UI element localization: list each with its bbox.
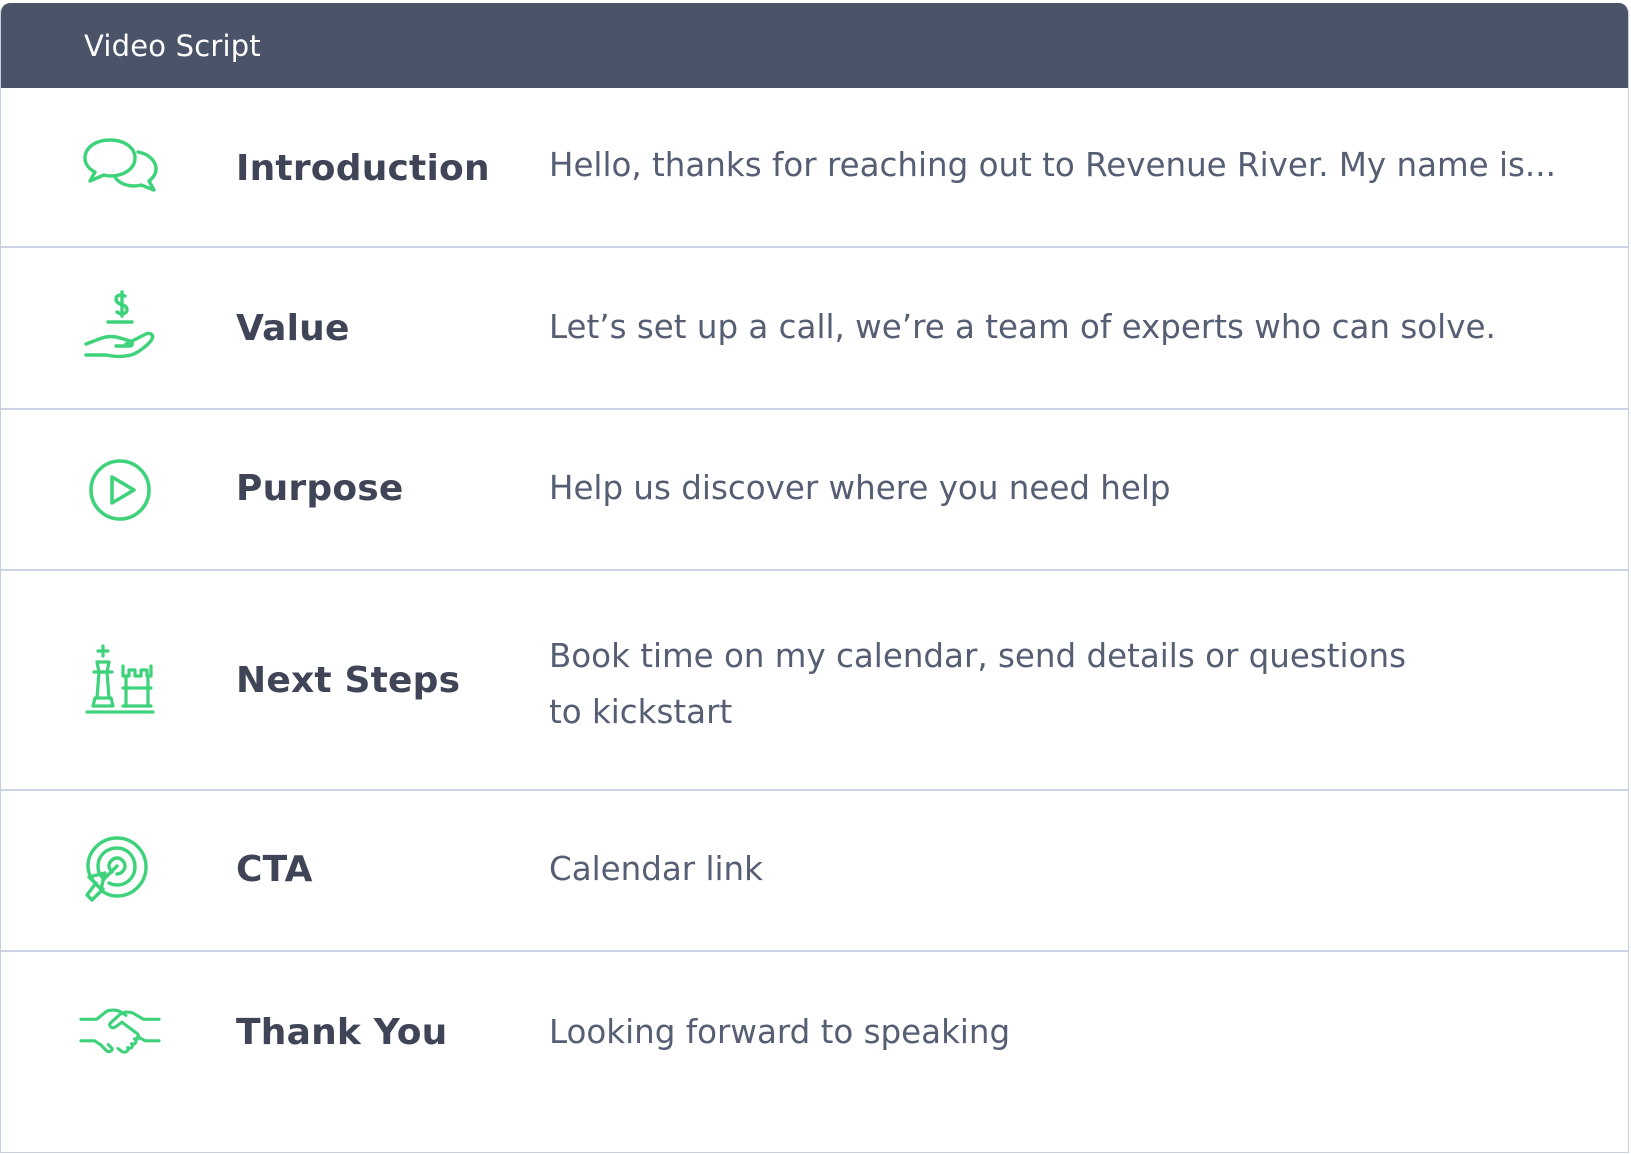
script-row-thank-you: Thank You Looking forward to speaking <box>1 952 1628 1111</box>
script-row-next-steps: Next Steps Book time on my calendar, sen… <box>1 571 1628 791</box>
chess-pieces-icon <box>79 639 161 721</box>
play-circle-icon <box>79 449 161 531</box>
script-row-purpose: Purpose Help us discover where you need … <box>1 410 1628 571</box>
video-script-card: Video Script Introduction Hello, thanks … <box>0 3 1629 1153</box>
row-title: Next Steps <box>236 660 461 701</box>
row-text-line: Hello, thanks for reaching out to Revenu… <box>549 146 1556 184</box>
row-title: Purpose <box>236 468 404 509</box>
chat-bubbles-icon <box>79 124 161 206</box>
hand-dollar-icon <box>79 284 161 366</box>
row-text: Calendar link <box>549 841 763 897</box>
card-title: Video Script <box>84 28 261 63</box>
row-text-line: Calendar link <box>549 850 763 888</box>
row-text-line: Looking forward to speaking <box>549 1013 1011 1051</box>
row-text-line: Let’s set up a call, we’re a team of exp… <box>549 308 1496 346</box>
row-text: Book time on my calendar, send details o… <box>549 628 1406 740</box>
row-title: Value <box>236 308 350 349</box>
target-cursor-icon <box>79 829 161 911</box>
row-text-line: Help us discover where you need help <box>549 469 1171 507</box>
row-title: CTA <box>236 849 313 890</box>
script-row-value: Value Let’s set up a call, we’re a team … <box>1 248 1628 410</box>
row-text: Looking forward to speaking <box>549 1004 1010 1060</box>
row-title: Thank You <box>236 1012 448 1053</box>
row-text-line: to kickstart <box>549 693 733 731</box>
handshake-icon <box>79 990 161 1072</box>
row-text: Let’s set up a call, we’re a team of exp… <box>549 299 1496 355</box>
script-row-cta: CTA Calendar link <box>1 791 1628 952</box>
row-text: Help us discover where you need help <box>549 460 1171 516</box>
script-row-introduction: Introduction Hello, thanks for reaching … <box>1 88 1628 248</box>
row-text-line: Book time on my calendar, send details o… <box>549 637 1406 675</box>
row-title: Introduction <box>236 148 490 189</box>
row-text: Hello, thanks for reaching out to Revenu… <box>549 137 1556 193</box>
card-header: Video Script <box>1 3 1628 88</box>
